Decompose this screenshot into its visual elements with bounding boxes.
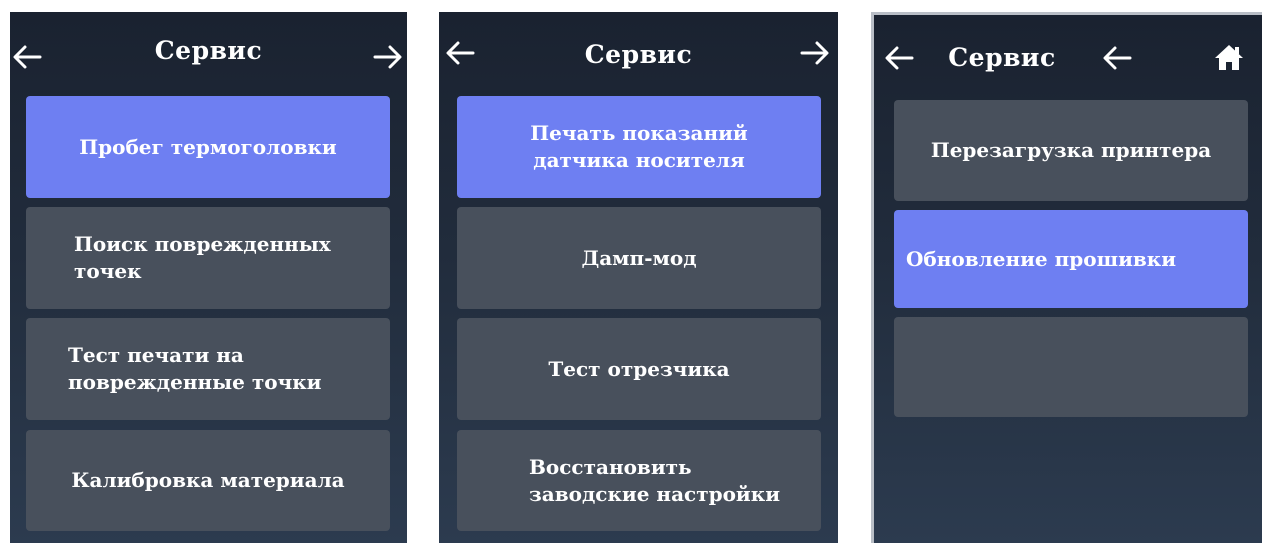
menu-item-label: Тест отрезчика [548,356,730,381]
menu-item-media-calibration[interactable]: Калибровка материала [26,430,390,531]
page-title: Сервис [948,43,1056,72]
service-screen-1: Сервис Пробег термоголовки Поиск поврежд… [10,12,407,543]
menu-item-label: Калибровка материала [71,468,345,492]
service-screen-2: Сервис Печать показаний датчика носителя… [439,12,838,543]
menu-item-print-test-damaged-dots[interactable]: Тест печати на поврежденные точки [26,318,390,420]
page-title: Сервис [154,36,263,65]
menu-item-label: Тест печати на поврежденные точки [68,343,322,394]
home-icon[interactable] [1214,43,1244,71]
header: Сервис [439,12,838,94]
menu-item-label: Дамп-мод [581,245,697,270]
header: Сервис [10,12,407,94]
header: Сервис [874,15,1262,97]
left-arrow-icon[interactable] [884,45,914,71]
menu-item-restart-printer[interactable]: Перезагрузка принтера [894,100,1248,201]
menu-item-find-damaged-dots[interactable]: Поиск поврежденных точек [26,207,390,309]
right-arrow-icon[interactable] [800,40,830,66]
menu-item-cutter-test[interactable]: Тест отрезчика [457,318,821,420]
menu-item-empty[interactable] [894,317,1248,417]
menu-item-printhead-mileage[interactable]: Пробег термоголовки [26,96,390,198]
menu-item-dump-mode[interactable]: Дамп-мод [457,207,821,309]
menu-item-label: Поиск поврежденных точек [74,232,331,283]
menu-item-print-media-sensor[interactable]: Печать показаний датчика носителя [457,96,821,198]
right-arrow-icon[interactable] [373,44,403,70]
menu-item-label: Восстановить заводские настройки [529,454,781,506]
menu-item-label: Обновление прошивки [906,246,1177,271]
service-screen-3: Сервис Перезагрузка принтера Обновление … [871,12,1262,543]
menu-item-label: Печать показаний датчика носителя [530,121,748,172]
page-title: Сервис [584,40,693,69]
menu-item-label: Пробег термоголовки [79,134,337,159]
menu-item-factory-reset[interactable]: Восстановить заводские настройки [457,430,821,531]
menu-item-firmware-update[interactable]: Обновление прошивки [894,210,1248,308]
left-arrow-icon[interactable] [1102,45,1132,71]
menu-item-label: Перезагрузка принтера [930,138,1212,162]
